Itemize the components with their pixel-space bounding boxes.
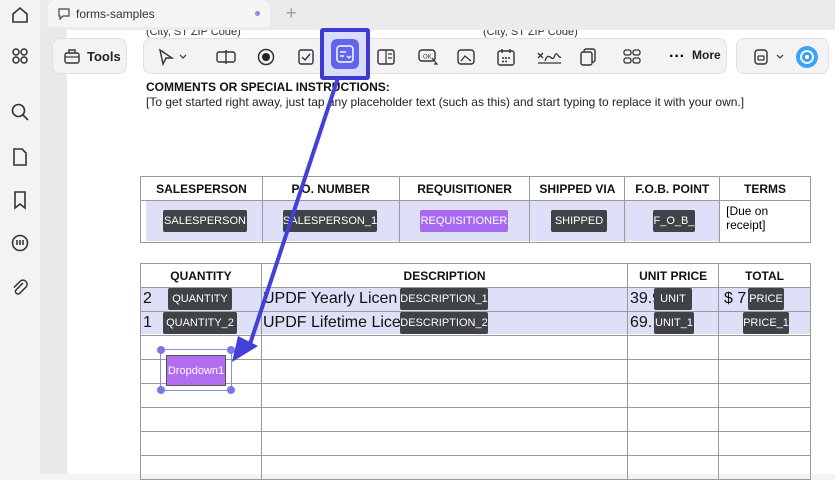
annotation-arrow [232, 77, 340, 362]
